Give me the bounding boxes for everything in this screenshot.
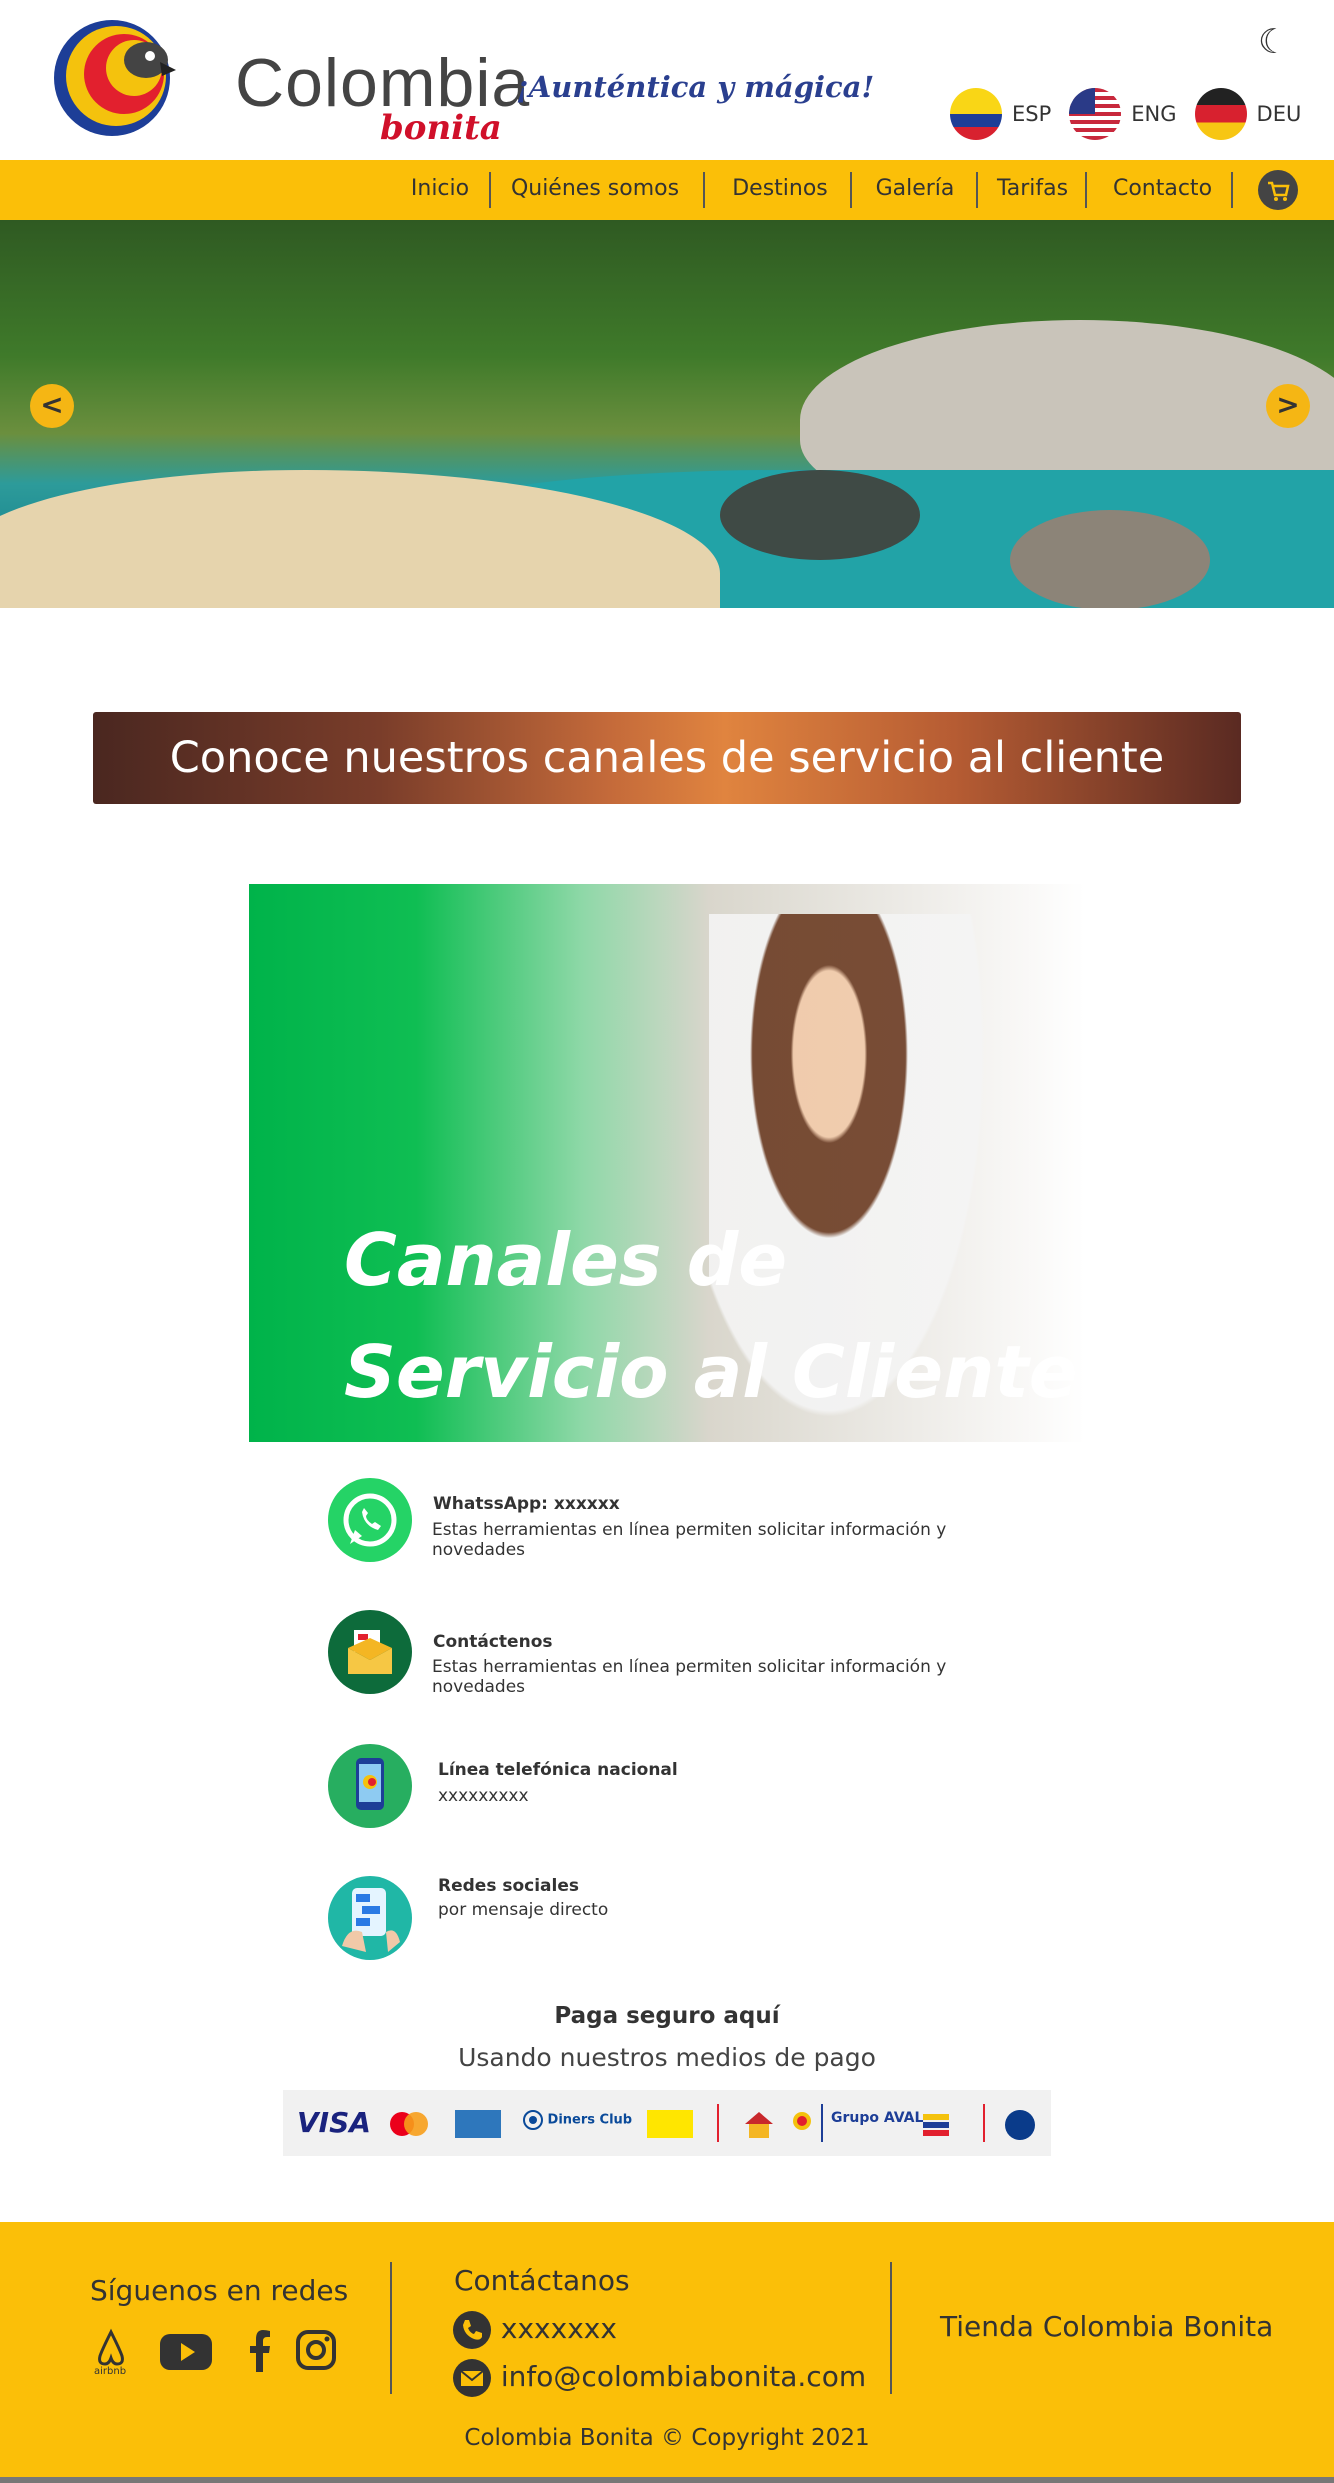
lang-deu[interactable]: DEU xyxy=(1194,88,1302,140)
davivienda-logo xyxy=(1005,2110,1035,2140)
payment-subtitle: Usando nuestros medios de pago xyxy=(458,2043,876,2072)
logo-subtext: bonita xyxy=(380,108,502,148)
nav-separator xyxy=(976,172,978,208)
hero-rock xyxy=(720,470,920,560)
visa-logo: VISA xyxy=(297,2106,371,2139)
footer-social-title: Síguenos en redes xyxy=(90,2274,349,2307)
svg-text:airbnb: airbnb xyxy=(94,2366,126,2376)
main-nav: Inicio Quiénes somos Destinos Galería Ta… xyxy=(0,160,1334,220)
footer-separator xyxy=(890,2262,892,2394)
phone-icon xyxy=(328,1744,412,1828)
phone-icon xyxy=(453,2311,491,2349)
payment-divider xyxy=(983,2104,985,2142)
aval-logo: Grupo AVAL xyxy=(831,2110,924,2126)
footer-email[interactable]: info@colombiabonita.com xyxy=(452,2358,866,2398)
language-switcher: ESP ENG DEU xyxy=(950,88,1301,140)
channel-desc: Estas herramientas en línea permiten sol… xyxy=(432,1520,947,1560)
channel-title: WhatssApp: xxxxxx xyxy=(433,1494,620,1514)
whatsapp-icon xyxy=(328,1478,412,1562)
channel-whatsapp[interactable]: WhatssApp: xxxxxx Estas herramientas en … xyxy=(328,1478,1028,1568)
payment-title: Paga seguro aquí xyxy=(554,2003,780,2029)
carousel-prev-button[interactable]: < xyxy=(30,384,74,428)
lang-eng[interactable]: ENG xyxy=(1069,88,1177,140)
email-icon xyxy=(453,2359,491,2397)
channel-desc: Estas herramientas en línea permiten sol… xyxy=(432,1657,947,1697)
lang-label: DEU xyxy=(1256,102,1302,126)
diners-logo: Diners Club xyxy=(523,2110,632,2136)
cart-glyph xyxy=(1268,181,1290,201)
nav-separator xyxy=(1085,172,1087,208)
channel-title: Línea telefónica nacional xyxy=(438,1760,678,1780)
nav-separator xyxy=(703,172,705,208)
parrot-logo-icon xyxy=(54,20,176,136)
channel-contact[interactable]: Contáctenos Estas herramientas en línea … xyxy=(328,1610,1028,1700)
cart-icon[interactable] xyxy=(1258,170,1298,210)
footer-store-link[interactable]: Tienda Colombia Bonita xyxy=(940,2310,1273,2343)
nav-destinos[interactable]: Destinos xyxy=(715,160,845,220)
nav-tarifas[interactable]: Tarifas xyxy=(985,160,1080,220)
hero-carousel xyxy=(0,220,1334,608)
service-title-line1: Canales de xyxy=(344,1218,788,1302)
nav-contacto[interactable]: Contacto xyxy=(1100,160,1225,220)
nav-separator xyxy=(850,172,852,208)
mail-icon xyxy=(328,1610,412,1694)
service-image-title: Canales de Servicio al Cliente xyxy=(344,1204,1078,1428)
codensa-logo xyxy=(647,2110,693,2138)
footer-contact-title: Contáctanos xyxy=(454,2264,630,2297)
payment-logos: VISA Diners Club Grupo AVAL xyxy=(283,2090,1051,2156)
nav-separator xyxy=(489,172,491,208)
nav-inicio[interactable]: Inicio xyxy=(400,160,480,220)
footer-email-text: info@colombiabonita.com xyxy=(500,2360,867,2393)
social-chat-icon xyxy=(328,1876,412,1960)
tagline: ¡Aunténtica y mágica! xyxy=(516,70,875,104)
mastercard-logo xyxy=(387,2110,431,2136)
channel-phone[interactable]: Línea telefónica nacional xxxxxxxxx xyxy=(328,1744,1028,1834)
banner-title: Conoce nuestros canales de servicio al c… xyxy=(169,733,1165,783)
payment-divider xyxy=(821,2104,823,2142)
nav-quienes-somos[interactable]: Quiénes somos xyxy=(500,160,690,220)
footer-copyright: Colombia Bonita © Copyright 2021 xyxy=(464,2425,870,2451)
service-title-line2: Servicio al Cliente xyxy=(344,1330,1078,1414)
youtube-icon[interactable] xyxy=(158,2326,214,2376)
banco-bogota-logo xyxy=(791,2110,813,2136)
airbnb-icon[interactable]: airbnb xyxy=(86,2326,136,2377)
nav-galeria[interactable]: Galería xyxy=(860,160,970,220)
site-header: Colombia bonita ¡Aunténtica y mágica! ☾ … xyxy=(0,0,1334,160)
footer-bottom-bar xyxy=(0,2477,1334,2483)
service-banner: Conoce nuestros canales de servicio al c… xyxy=(93,712,1241,804)
lang-esp[interactable]: ESP xyxy=(950,88,1051,140)
hero-rock xyxy=(1010,510,1210,608)
footer-phone-text: xxxxxxx xyxy=(500,2312,617,2345)
logo[interactable]: Colombia bonita xyxy=(50,16,529,148)
footer-separator xyxy=(390,2262,392,2394)
colombia-flag-icon xyxy=(950,88,1002,140)
instagram-icon[interactable] xyxy=(292,2326,342,2376)
service-image: Canales de Servicio al Cliente xyxy=(249,884,1085,1442)
lang-label: ENG xyxy=(1131,102,1177,126)
nav-separator xyxy=(1231,172,1233,208)
usa-flag-icon xyxy=(1069,88,1122,140)
diners-label: Diners Club xyxy=(547,2112,633,2128)
payment-divider xyxy=(717,2104,719,2142)
lang-label: ESP xyxy=(1012,102,1052,126)
carousel-next-button[interactable]: > xyxy=(1266,384,1310,428)
footer-phone[interactable]: xxxxxxx xyxy=(452,2310,617,2350)
germany-flag-icon xyxy=(1194,88,1247,140)
bank-house-logo xyxy=(743,2110,775,2138)
channel-title: Redes sociales xyxy=(438,1876,580,1896)
moon-icon[interactable]: ☾ xyxy=(1258,22,1288,62)
bancolombia-logo xyxy=(919,2110,953,2136)
amex-logo xyxy=(455,2110,501,2138)
channel-social[interactable]: Redes sociales por mensaje directo xyxy=(328,1876,1028,1966)
facebook-icon[interactable] xyxy=(236,2326,286,2376)
channel-title: Contáctenos xyxy=(433,1632,553,1652)
channel-desc: por mensaje directo xyxy=(438,1900,609,1920)
channel-desc: xxxxxxxxx xyxy=(438,1786,529,1806)
